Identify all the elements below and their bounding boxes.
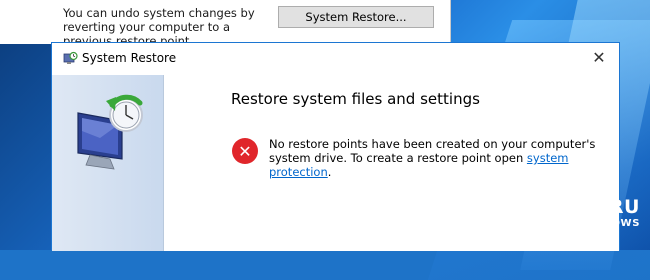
dialog-title: System Restore <box>82 51 177 65</box>
system-restore-button[interactable]: System Restore... <box>278 6 434 28</box>
title-bar[interactable]: System Restore ✕ <box>52 43 619 75</box>
watermark-site: WINBLOG.RU <box>496 196 640 218</box>
system-properties-window: You can undo system changes by reverting… <box>0 0 451 48</box>
restore-computer-icon <box>77 94 143 170</box>
system-restore-button-label: System Restore... <box>305 10 407 24</box>
watermark: WINBLOG.RU ВСЁ О WINDOWS <box>496 196 640 229</box>
error-message-end: . <box>327 165 332 179</box>
page-heading: Restore system files and settings <box>231 90 480 108</box>
watermark-tagline: ВСЁ О WINDOWS <box>536 218 640 229</box>
error-icon: ✕ <box>232 138 258 164</box>
close-icon[interactable]: ✕ <box>589 48 609 68</box>
wizard-side-panel <box>52 75 164 251</box>
error-message: No restore points have been created on y… <box>269 137 599 179</box>
system-restore-icon <box>63 51 78 64</box>
